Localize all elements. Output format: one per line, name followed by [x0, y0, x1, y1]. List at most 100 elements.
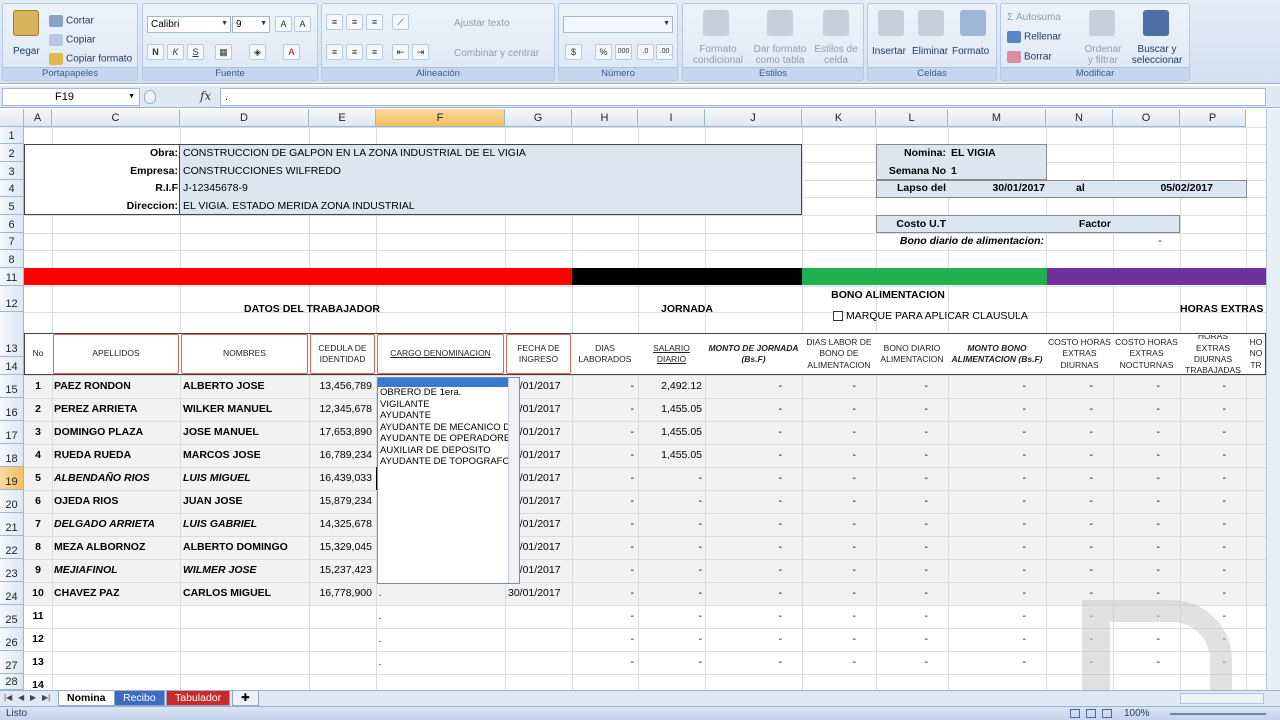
- orientation-icon[interactable]: ⟋: [392, 14, 409, 30]
- page-layout-icon[interactable]: [1086, 709, 1096, 718]
- page-break-icon[interactable]: [1102, 709, 1112, 718]
- row-header-28[interactable]: 28: [0, 674, 24, 690]
- dropdown-option[interactable]: AYUDANTE DE OPERADORES: [378, 433, 519, 445]
- tab-nomina[interactable]: Nomina: [58, 691, 115, 706]
- row-header-3[interactable]: 3: [0, 162, 24, 180]
- row-header-27[interactable]: 27: [0, 651, 24, 674]
- row-header-20[interactable]: 20: [0, 490, 24, 513]
- column-header-f[interactable]: F: [376, 109, 505, 127]
- clear-button[interactable]: Borrar: [1007, 51, 1052, 63]
- tab-nav-last-icon[interactable]: ▶|: [42, 693, 50, 702]
- row-header-24[interactable]: 24: [0, 582, 24, 605]
- row-header-22[interactable]: 22: [0, 536, 24, 559]
- format-painter-button[interactable]: Copiar formato: [49, 53, 132, 65]
- column-header-c[interactable]: C: [52, 109, 180, 127]
- percent-button[interactable]: %: [595, 44, 612, 60]
- format-as-table-button[interactable]: Dar formato como tabla: [751, 44, 809, 66]
- row-header-13[interactable]: 13: [0, 312, 24, 357]
- row-header-1[interactable]: 1: [0, 127, 24, 144]
- tab-tabulador[interactable]: Tabulador: [166, 691, 231, 706]
- row-header-15[interactable]: 15: [0, 375, 24, 398]
- row-header-2[interactable]: 2: [0, 144, 24, 162]
- find-select-button[interactable]: Buscar y seleccionar: [1127, 44, 1187, 66]
- conditional-format-button[interactable]: Formato condicional: [687, 44, 749, 66]
- column-header-g[interactable]: G: [505, 109, 572, 127]
- align-top-icon[interactable]: ≡: [326, 14, 343, 30]
- column-header-n[interactable]: N: [1046, 109, 1113, 127]
- borders-icon[interactable]: ▦: [215, 44, 232, 60]
- name-box[interactable]: F19 ▼: [2, 88, 140, 106]
- dropdown-option[interactable]: OBRERO DE 1era.: [378, 387, 519, 399]
- dropdown-selected-option[interactable]: [378, 378, 519, 387]
- column-header-k[interactable]: K: [802, 109, 876, 127]
- horizontal-scrollbar[interactable]: [1180, 693, 1264, 704]
- normal-view-icon[interactable]: [1070, 709, 1080, 718]
- row-header-17[interactable]: 17: [0, 421, 24, 444]
- insert-button[interactable]: Insertar: [872, 46, 906, 57]
- cut-button[interactable]: Cortar: [49, 15, 94, 27]
- dropdown-scrollbar[interactable]: [508, 378, 519, 583]
- row-header-5[interactable]: 5: [0, 197, 24, 215]
- dropdown-option[interactable]: AUXILIAR DE DEPOSITO: [378, 445, 519, 457]
- row-header-14[interactable]: 14: [0, 357, 24, 375]
- zoom-level[interactable]: 100%: [1124, 708, 1150, 719]
- delete-button[interactable]: Eliminar: [912, 46, 948, 57]
- row-header-26[interactable]: 26: [0, 628, 24, 651]
- row-header-18[interactable]: 18: [0, 444, 24, 467]
- row-header-12[interactable]: 12: [0, 286, 24, 312]
- row-header-23[interactable]: 23: [0, 559, 24, 582]
- bold-button[interactable]: N: [147, 44, 164, 60]
- merge-center-button[interactable]: Combinar y centrar: [454, 48, 539, 59]
- select-all-corner[interactable]: [0, 109, 24, 127]
- row-header-16[interactable]: 16: [0, 398, 24, 421]
- underline-button[interactable]: S: [187, 44, 204, 60]
- font-name-combo[interactable]: Calibri ▼: [147, 16, 231, 33]
- dropdown-option[interactable]: VIGILANTE: [378, 399, 519, 411]
- thousands-button[interactable]: 000: [615, 44, 632, 60]
- row-header-19[interactable]: 19: [0, 467, 24, 490]
- dropdown-option[interactable]: AYUDANTE DE MECANICO DIE: [378, 422, 519, 434]
- row-header-4[interactable]: 4: [0, 180, 24, 197]
- column-header-o[interactable]: O: [1113, 109, 1180, 127]
- increase-indent-icon[interactable]: ⇥: [412, 44, 429, 60]
- column-header-l[interactable]: L: [876, 109, 948, 127]
- increase-decimal-icon[interactable]: .0: [637, 44, 654, 60]
- autosum-button[interactable]: Σ Autosuma: [1007, 12, 1061, 23]
- validation-dropdown-list[interactable]: OBRERO DE 1era. VIGILANTE AYUDANTE AYUDANTE…: [377, 377, 520, 584]
- row-header-6[interactable]: 6: [0, 215, 24, 233]
- vertical-scrollbar[interactable]: [1266, 109, 1280, 690]
- fill-color-icon[interactable]: ◈: [249, 44, 266, 60]
- italic-button[interactable]: K: [167, 44, 184, 60]
- tab-nav-first-icon[interactable]: |◀: [4, 693, 12, 702]
- row-header-11[interactable]: 11: [0, 268, 24, 286]
- zoom-slider[interactable]: [1170, 713, 1266, 715]
- copy-button[interactable]: Copiar: [49, 34, 95, 46]
- decrease-indent-icon[interactable]: ⇤: [392, 44, 409, 60]
- align-bottom-icon[interactable]: ≡: [366, 14, 383, 30]
- font-size-combo[interactable]: 9 ▼: [232, 16, 270, 33]
- column-header-m[interactable]: M: [948, 109, 1046, 127]
- align-right-icon[interactable]: ≡: [366, 44, 383, 60]
- clausula-checkbox[interactable]: [833, 311, 843, 321]
- row-header-25[interactable]: 25: [0, 605, 24, 628]
- align-center-icon[interactable]: ≡: [346, 44, 363, 60]
- column-header-p[interactable]: P: [1180, 109, 1246, 127]
- column-header-e[interactable]: E: [309, 109, 376, 127]
- row-header-21[interactable]: 21: [0, 513, 24, 536]
- insert-function-button[interactable]: fx: [200, 89, 211, 103]
- fill-button[interactable]: Rellenar: [1007, 31, 1061, 43]
- column-header-h[interactable]: H: [572, 109, 638, 127]
- currency-icon[interactable]: $: [565, 44, 582, 60]
- formula-input[interactable]: .: [220, 88, 1266, 106]
- insert-sheet-icon[interactable]: ✚: [232, 691, 259, 706]
- dropdown-option[interactable]: AYUDANTE DE TOPOGRAFO: [378, 456, 519, 468]
- paste-button[interactable]: Pegar: [13, 46, 40, 57]
- worksheet-grid[interactable]: A C D E F G H I J K L M N O P 1 2 3 4 5 6 7 8 11 12 13 14 15 16 17 18 1…: [0, 109, 1266, 690]
- wrap-text-button[interactable]: Ajustar texto: [454, 18, 510, 29]
- format-button[interactable]: Formato: [952, 46, 989, 57]
- tab-recibo[interactable]: Recibo: [114, 691, 165, 706]
- number-format-combo[interactable]: ▼: [563, 16, 673, 33]
- sort-filter-button[interactable]: Ordenar y filtrar: [1081, 44, 1125, 66]
- cell-styles-button[interactable]: Estilos de celda: [811, 44, 861, 66]
- tab-nav-next-icon[interactable]: ▶: [30, 693, 36, 702]
